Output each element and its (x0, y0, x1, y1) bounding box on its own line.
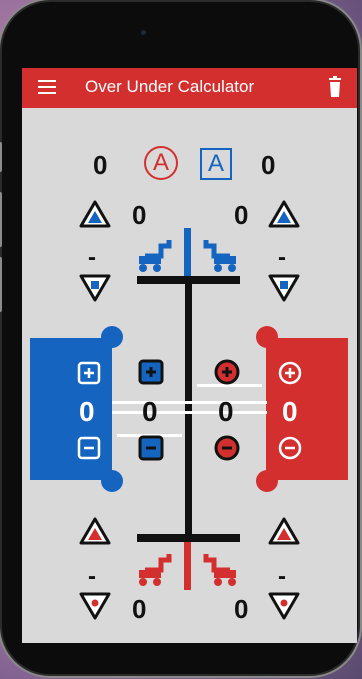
red-robot-icon-left (139, 554, 172, 586)
menu-icon[interactable] (38, 80, 56, 96)
center-pole (185, 284, 192, 534)
front-camera (141, 30, 146, 35)
blue-triangle-up-icon-right[interactable] (267, 199, 301, 229)
blue-panel-knob-bottom (101, 470, 123, 492)
red-triangle-up-icon[interactable] (78, 516, 112, 546)
red-triangle-down-icon[interactable] (78, 591, 112, 621)
volume-up-button (0, 192, 2, 247)
blue-minus-icon[interactable] (77, 436, 101, 460)
blue-robot-icon-left (139, 240, 172, 272)
blue-inner-plus-icon[interactable] (138, 359, 164, 385)
blue-plus-icon[interactable] (77, 361, 101, 385)
blue-bottom-right-count: 0 (234, 594, 249, 624)
blue-total-count: 0 (79, 396, 95, 427)
blue-robot-icon-right (203, 240, 236, 272)
red-top-dash: - (278, 244, 286, 271)
app-bar: Over Under Calculator (22, 68, 357, 108)
bottom-goal-bar (137, 534, 240, 542)
blue-inner-minus-icon[interactable] (138, 435, 164, 461)
red-barrier (184, 542, 191, 590)
blue-triangle-down-icon[interactable] (78, 273, 112, 303)
red-panel-knob-top (256, 326, 278, 348)
red-triangle-up-icon-right[interactable] (267, 516, 301, 546)
blue-top-dash: - (88, 244, 96, 271)
connector-line (112, 411, 267, 414)
red-alliance-letter: A (152, 149, 169, 176)
red-total-count: 0 (282, 396, 298, 427)
blue-top-left-count: 0 (132, 200, 147, 230)
blue-panel-knob-top (101, 326, 123, 348)
side-button (0, 142, 2, 172)
red-inner-plus-icon[interactable] (214, 359, 240, 385)
red-alliance-toggle[interactable]: A (144, 146, 178, 180)
red-plus-icon[interactable] (278, 361, 302, 385)
blue-triangle-up-icon[interactable] (78, 199, 112, 229)
blue-triangle-down-icon-right[interactable] (267, 273, 301, 303)
red-panel-knob-bottom (256, 470, 278, 492)
trash-icon[interactable] (327, 76, 343, 98)
red-bottom-left-count: 0 (132, 594, 147, 624)
blue-barrier (184, 228, 191, 276)
connector-line (112, 401, 267, 404)
red-bottom-dash: - (88, 563, 96, 590)
app-screen: Over Under Calculator 0 A A 0 0 0 - - 0 … (22, 68, 357, 643)
red-top-right-count: 0 (234, 200, 249, 230)
red-score: 0 (93, 150, 108, 180)
blue-bottom-dash: - (278, 563, 286, 590)
red-inner-minus-icon[interactable] (214, 435, 240, 461)
app-title: Over Under Calculator (85, 77, 255, 96)
top-goal-bar (137, 276, 240, 284)
red-inner-count: 0 (218, 396, 234, 427)
red-minus-icon[interactable] (278, 436, 302, 460)
red-robot-icon-right (203, 554, 236, 586)
volume-down-button (0, 257, 2, 312)
blue-inner-count: 0 (142, 396, 158, 427)
blue-alliance-letter: A (207, 150, 224, 177)
red-triangle-down-icon-right[interactable] (267, 591, 301, 621)
blue-alliance-toggle[interactable]: A (200, 148, 232, 180)
blue-score: 0 (261, 150, 276, 180)
